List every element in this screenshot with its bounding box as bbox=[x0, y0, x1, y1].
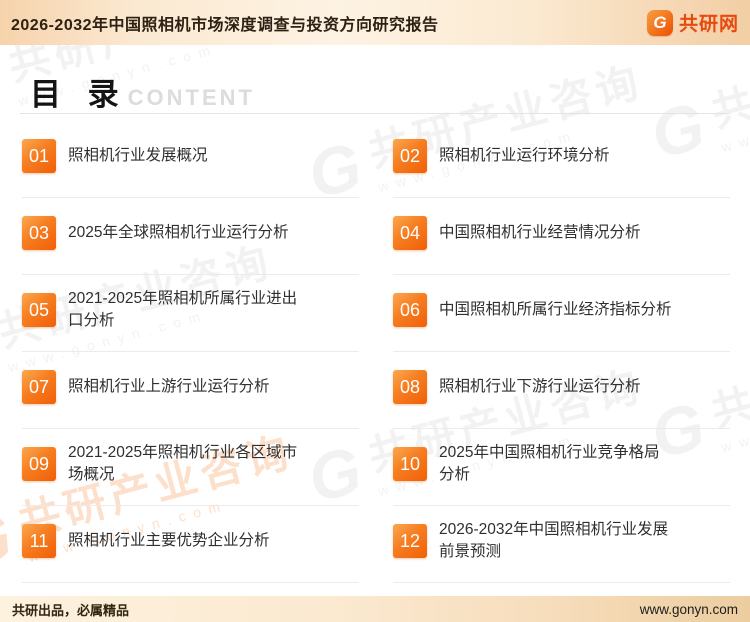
toc-item-03: 03 2025年全球照相机行业运行分析 bbox=[22, 198, 359, 275]
item-number-badge: 12 bbox=[393, 524, 427, 558]
logo-text: 共研网 bbox=[678, 14, 739, 35]
toc-item-09: 09 2021-2025年照相机行业各区域市场概况 bbox=[22, 429, 359, 506]
content-area: G 共研产业咨询 www.gonyn.com G 共研产业咨询 www.gony… bbox=[0, 45, 750, 596]
item-number-badge: 08 bbox=[393, 370, 427, 404]
item-label: 2026-2032年中国照相机行业发展前景预测 bbox=[439, 521, 669, 560]
toc-item-05: 05 2021-2025年照相机所属行业进出口分析 bbox=[22, 275, 359, 352]
item-number-badge: 03 bbox=[22, 216, 56, 250]
item-label: 中国照相机行业经营情况分析 bbox=[439, 224, 641, 242]
heading-divider bbox=[20, 113, 730, 114]
item-number-badge: 07 bbox=[22, 370, 56, 404]
item-label: 2021-2025年照相机行业各区域市场概况 bbox=[68, 444, 298, 483]
item-number-badge: 05 bbox=[22, 293, 56, 327]
item-number-badge: 09 bbox=[22, 447, 56, 481]
toc-heading-en: CONTENT bbox=[127, 85, 255, 110]
toc-item-12: 12 2026-2032年中国照相机行业发展前景预测 bbox=[393, 506, 730, 583]
footer-bar: 共研出品，必属精品 www.gonyn.com bbox=[0, 596, 750, 622]
report-toc-page: 2026-2032年中国照相机市场深度调查与投资方向研究报告 G 共研网 G 共… bbox=[0, 0, 750, 622]
item-label: 2021-2025年照相机所属行业进出口分析 bbox=[68, 290, 298, 329]
toc-item-08: 08 照相机行业下游行业运行分析 bbox=[393, 352, 730, 429]
toc-grid: 01 照相机行业发展概况 02 照相机行业运行环境分析 03 2025年全球照相… bbox=[22, 121, 730, 583]
item-label: 2025年中国照相机行业竞争格局分析 bbox=[439, 444, 660, 483]
toc-item-06: 06 中国照相机所属行业经济指标分析 bbox=[393, 275, 730, 352]
toc-heading: 目 录 CONTENT bbox=[30, 69, 255, 114]
item-number-badge: 02 bbox=[393, 139, 427, 173]
item-number-badge: 11 bbox=[22, 524, 56, 558]
item-label: 中国照相机所属行业经济指标分析 bbox=[439, 301, 672, 319]
item-label: 2025年全球照相机行业运行分析 bbox=[68, 224, 289, 242]
item-label: 照相机行业主要优势企业分析 bbox=[68, 532, 270, 550]
item-number-badge: 06 bbox=[393, 293, 427, 327]
item-number-badge: 04 bbox=[393, 216, 427, 250]
item-label: 照相机行业下游行业运行分析 bbox=[439, 378, 641, 396]
watermark-g-icon: G bbox=[0, 45, 10, 127]
item-label: 照相机行业上游行业运行分析 bbox=[68, 378, 270, 396]
item-label: 照相机行业运行环境分析 bbox=[439, 147, 610, 165]
report-title: 2026-2032年中国照相机市场深度调查与投资方向研究报告 bbox=[11, 16, 439, 34]
top-bar: 2026-2032年中国照相机市场深度调查与投资方向研究报告 G 共研网 bbox=[0, 0, 750, 45]
item-number-badge: 01 bbox=[22, 139, 56, 173]
item-number-badge: 10 bbox=[393, 447, 427, 481]
brand-logo[interactable]: G 共研网 bbox=[646, 9, 739, 36]
item-label: 照相机行业发展概况 bbox=[68, 147, 208, 165]
toc-item-02: 02 照相机行业运行环境分析 bbox=[393, 121, 730, 198]
footer-site-url[interactable]: www.gonyn.com bbox=[640, 602, 738, 617]
toc-item-07: 07 照相机行业上游行业运行分析 bbox=[22, 352, 359, 429]
toc-item-10: 10 2025年中国照相机行业竞争格局分析 bbox=[393, 429, 730, 506]
toc-item-11: 11 照相机行业主要优势企业分析 bbox=[22, 506, 359, 583]
toc-heading-cn: 目 录 bbox=[30, 77, 128, 112]
watermark-g-icon: G bbox=[0, 497, 20, 583]
footer-slogan: 共研出品，必属精品 bbox=[12, 602, 130, 618]
logo-g-icon: G bbox=[646, 9, 673, 36]
toc-item-01: 01 照相机行业发展概况 bbox=[22, 121, 359, 198]
toc-item-04: 04 中国照相机行业经营情况分析 bbox=[393, 198, 730, 275]
